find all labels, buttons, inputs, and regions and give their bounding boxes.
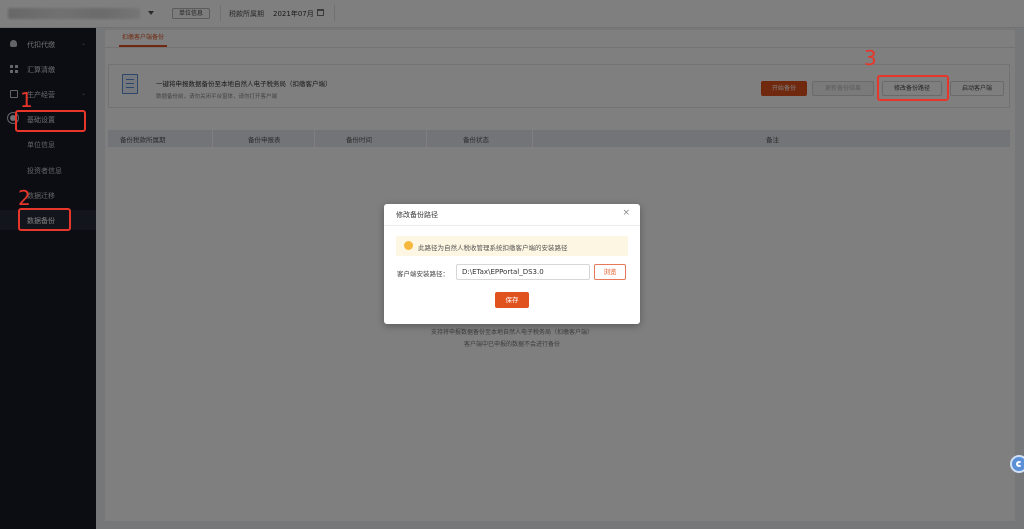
annotation-box-2 <box>18 208 71 231</box>
help-icon[interactable] <box>1010 455 1024 473</box>
browse-button[interactable]: 浏览 <box>594 264 626 280</box>
close-icon[interactable]: × <box>622 208 630 218</box>
annotation-box-3 <box>877 75 949 101</box>
info-icon <box>404 241 413 250</box>
notice-text: 此路径为自然人税收管理系统扣缴客户端的安装路径 <box>418 244 568 252</box>
modify-backup-path-dialog: 修改备份路径 × 此路径为自然人税收管理系统扣缴客户端的安装路径 客户端安装路径… <box>384 204 640 324</box>
annotation-number-2: 2 <box>18 186 31 210</box>
annotation-number-1: 1 <box>20 88 33 112</box>
annotation-number-3: 3 <box>864 46 877 70</box>
install-path-input[interactable]: D:\ETax\EPPortal_DS3.0 <box>456 264 590 280</box>
save-button[interactable]: 保存 <box>495 292 529 308</box>
dialog-title: 修改备份路径 <box>396 211 438 219</box>
install-path-label: 客户端安装路径： <box>397 270 449 278</box>
annotation-box-1 <box>15 110 86 132</box>
notice-banner: 此路径为自然人税收管理系统扣缴客户端的安装路径 <box>396 236 628 256</box>
divider <box>384 225 640 226</box>
